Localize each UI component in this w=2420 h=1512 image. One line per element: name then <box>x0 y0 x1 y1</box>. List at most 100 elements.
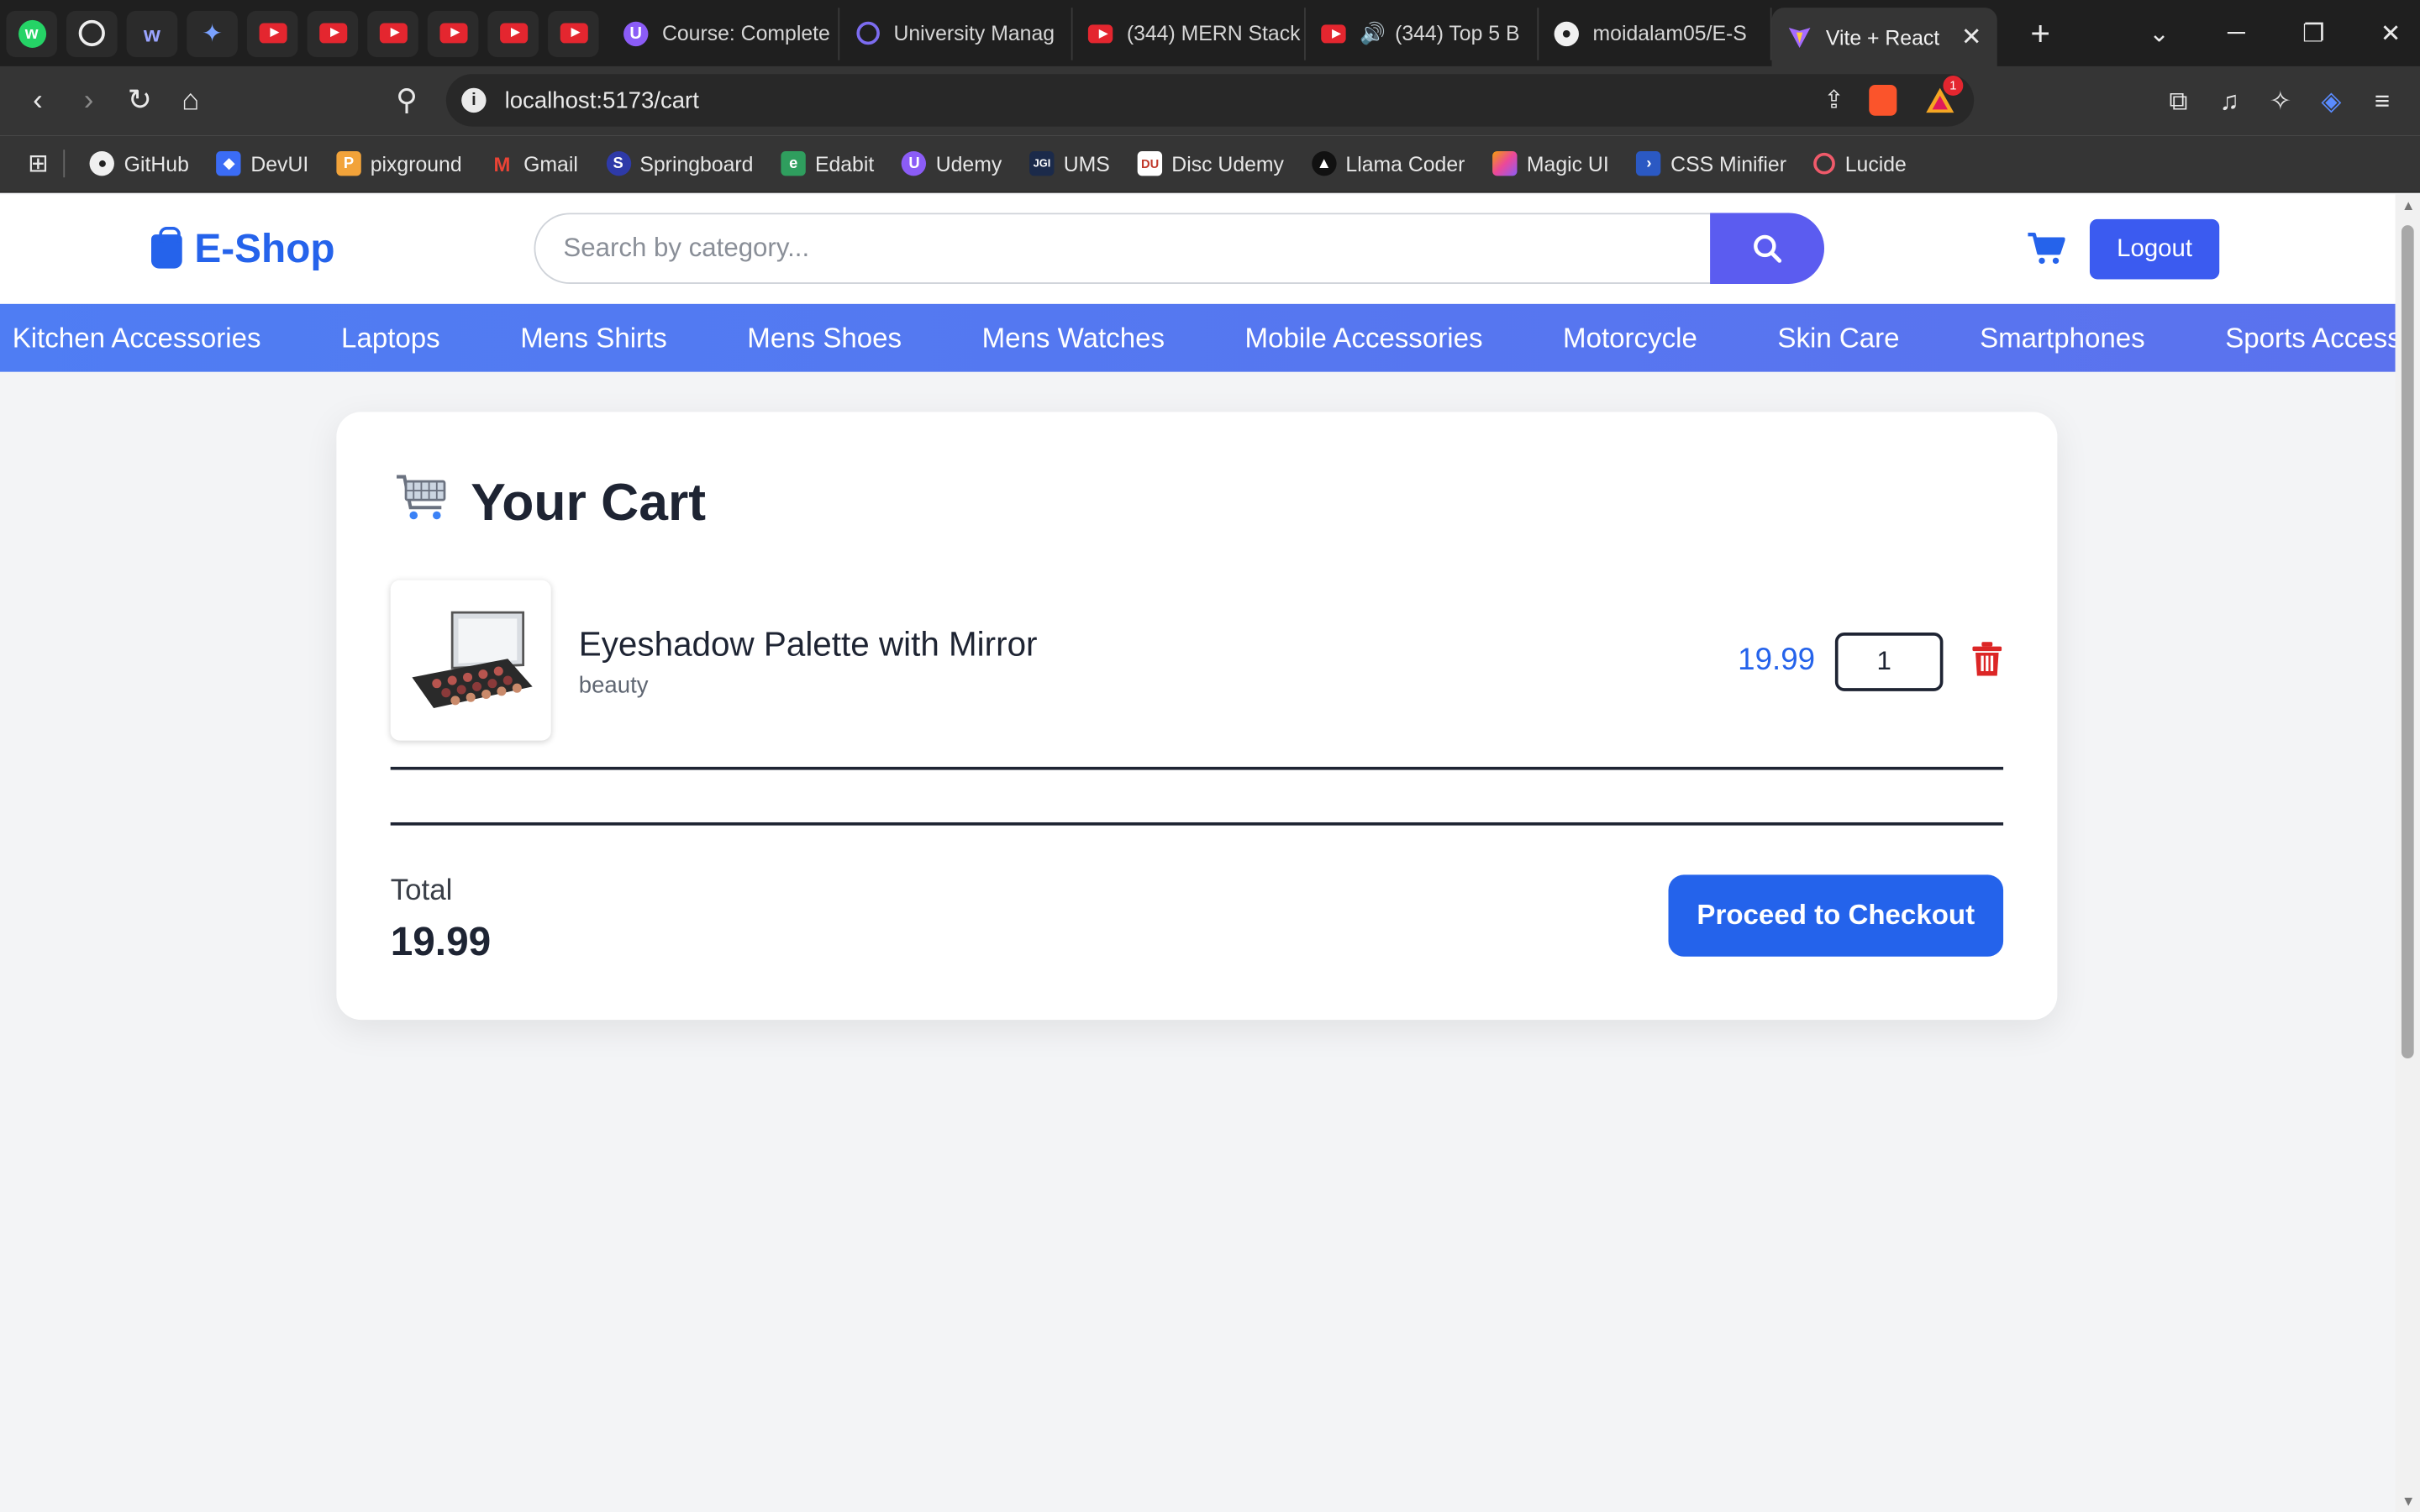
home-icon[interactable]: ⌂ <box>166 84 217 118</box>
youtube-icon[interactable] <box>427 9 479 57</box>
whatsapp-icon[interactable]: w <box>6 9 57 57</box>
site-info-icon[interactable]: i <box>461 87 487 113</box>
restore-icon[interactable]: ❐ <box>2275 18 2352 49</box>
divider <box>64 150 66 178</box>
extension-area: ⧉ ♫ ✧ ◈ ≡ <box>2153 66 2407 136</box>
scrollbar-thumb[interactable] <box>2401 225 2414 1059</box>
brave-rewards-icon[interactable]: 1 <box>1924 76 1964 116</box>
site-logo[interactable]: E-Shop <box>151 225 335 273</box>
window-controls: ⌄ ─ ❐ ✕ <box>2121 0 2420 66</box>
llama-coder-icon: ▲ <box>1312 151 1337 176</box>
bookmark-udemy[interactable]: U Udemy <box>902 151 1002 176</box>
category-link[interactable]: Mens Shoes <box>747 322 902 354</box>
bookmark-disc-udemy[interactable]: DU Disc Udemy <box>1137 151 1284 176</box>
cart-icon[interactable] <box>2027 232 2065 274</box>
reload-icon[interactable]: ↻ <box>114 83 166 118</box>
quantity-input[interactable] <box>1834 633 1944 691</box>
vite-icon <box>1787 24 1812 49</box>
audio-playing-icon[interactable]: 🔊 <box>1360 21 1386 45</box>
lucide-icon <box>1814 152 1836 175</box>
tab-search-icon[interactable]: ⌄ <box>2121 18 2198 49</box>
category-link[interactable]: Skin Care <box>1777 322 1899 354</box>
search-input[interactable] <box>534 213 1711 284</box>
bookmark-icon[interactable]: ⚲ <box>381 83 433 118</box>
share-icon[interactable]: ⇪ <box>1823 85 1844 116</box>
gemini-icon[interactable]: ✦ <box>187 9 238 57</box>
media-icon[interactable]: ♫ <box>2204 86 2255 117</box>
browser-tab[interactable]: 🔊 (344) Top 5 B <box>1306 7 1539 60</box>
bookmark-github[interactable]: ● GitHub <box>90 151 189 176</box>
bookmarks-bar: ⊞ ● GitHub ◆ DevUI Ppixground M Gmail S Spri… <box>0 135 2420 193</box>
leo-ai-icon[interactable]: ✧ <box>2254 86 2306 117</box>
category-link[interactable]: Smartphones <box>1980 322 2145 354</box>
new-tab-button[interactable]: + <box>2022 13 2059 54</box>
bookmark-ums[interactable]: JGI UMS <box>1029 151 1110 176</box>
back-icon[interactable]: ‹ <box>13 84 64 118</box>
pixground-icon: P <box>336 151 361 176</box>
scroll-down-icon[interactable]: ▼ <box>2402 1494 2415 1509</box>
github-icon: ● <box>90 151 115 176</box>
product-name[interactable]: Eyeshadow Palette with Mirror <box>579 625 1038 665</box>
bookmark-magic-ui[interactable]: Magic UI <box>1492 151 1609 176</box>
brave-shield-icon[interactable] <box>1869 85 1897 116</box>
total-value: 19.99 <box>390 917 492 964</box>
disc-udemy-icon: DU <box>1137 151 1163 176</box>
bookmark-pixground[interactable]: Ppixground <box>336 151 462 176</box>
search-icon <box>1754 234 1782 263</box>
category-link[interactable]: Mens Watches <box>982 322 1165 354</box>
category-link[interactable]: Mens Shirts <box>520 322 667 354</box>
youtube-icon[interactable] <box>548 9 599 57</box>
category-link[interactable]: Laptops <box>341 322 440 354</box>
menu-icon[interactable]: ≡ <box>2357 86 2408 117</box>
cart-title: Your Cart <box>393 470 706 537</box>
checkout-button[interactable]: Proceed to Checkout <box>1668 874 2004 957</box>
category-nav: Kitchen Accessories Laptops Mens Shirts … <box>0 303 2396 372</box>
browser-tab[interactable]: U Course: Complete <box>608 7 840 60</box>
category-link[interactable]: Mobile Accessories <box>1245 322 1483 354</box>
browser-tab-active[interactable]: Vite + React ✕ <box>1771 8 1997 66</box>
category-link[interactable]: Kitchen Accessories <box>13 322 261 354</box>
browser-tab[interactable]: (344) MERN Stack <box>1073 7 1306 60</box>
logout-button[interactable]: Logout <box>2089 218 2220 280</box>
url-text[interactable]: localhost:5173/cart <box>505 87 699 113</box>
wallet-icon[interactable]: ◈ <box>2306 86 2357 117</box>
category-link[interactable]: Motorcycle <box>1563 322 1697 354</box>
chatgpt-icon[interactable] <box>66 9 118 57</box>
browser-tab[interactable]: ● moidalam05/E-S <box>1539 7 1772 60</box>
youtube-icon[interactable] <box>487 9 539 57</box>
product-image[interactable] <box>390 580 551 741</box>
page-viewport: E-Shop Logout Kitchen Accessories Laptop… <box>0 194 2396 1512</box>
youtube-icon[interactable] <box>307 9 359 57</box>
youtube-icon[interactable] <box>246 9 298 57</box>
scroll-up-icon[interactable]: ▲ <box>2402 197 2415 213</box>
category-link[interactable]: Sports Accessories <box>2225 322 2395 354</box>
windsurf-icon[interactable]: w <box>126 9 178 57</box>
youtube-icon[interactable] <box>367 9 418 57</box>
bookmark-edabit[interactable]: e Edabit <box>781 151 874 176</box>
close-tab-icon[interactable]: ✕ <box>1939 22 1982 53</box>
close-window-icon[interactable]: ✕ <box>2352 18 2420 49</box>
search-button[interactable] <box>1710 213 1825 284</box>
browser-tab[interactable]: University Manag <box>839 7 1073 60</box>
delete-item-icon[interactable] <box>1972 642 2002 684</box>
bookmark-springboard[interactable]: S Springboard <box>605 151 753 176</box>
bookmark-llama-coder[interactable]: ▲ Llama Coder <box>1312 151 1465 176</box>
minimize-icon[interactable]: ─ <box>2198 19 2275 47</box>
apps-grid-icon[interactable]: ⊞ <box>28 148 49 179</box>
devui-icon: ◆ <box>216 151 242 176</box>
youtube-icon <box>1087 21 1113 45</box>
bookmark-css-minifier[interactable]: › CSS Minifier <box>1636 151 1786 176</box>
site-header: E-Shop Logout <box>0 194 2396 304</box>
bookmark-devui[interactable]: ◆ DevUI <box>216 151 308 176</box>
gmail-icon: M <box>493 151 511 176</box>
extensions-icon[interactable]: ⧉ <box>2153 86 2204 117</box>
bookmark-lucide[interactable]: Lucide <box>1814 152 1907 175</box>
springboard-icon: S <box>605 151 631 176</box>
udemy-icon: U <box>902 151 927 176</box>
cart-card: Your Cart Eyeshadow Palette with Mirror … <box>336 412 2058 1021</box>
address-bar[interactable]: i localhost:5173/cart ⇪ 1 <box>445 74 1975 127</box>
total-label: Total <box>390 874 453 908</box>
page-scrollbar[interactable]: ▲ ▼ <box>2395 194 2420 1512</box>
bookmark-gmail[interactable]: M Gmail <box>490 151 577 176</box>
forward-icon[interactable]: › <box>63 84 114 118</box>
